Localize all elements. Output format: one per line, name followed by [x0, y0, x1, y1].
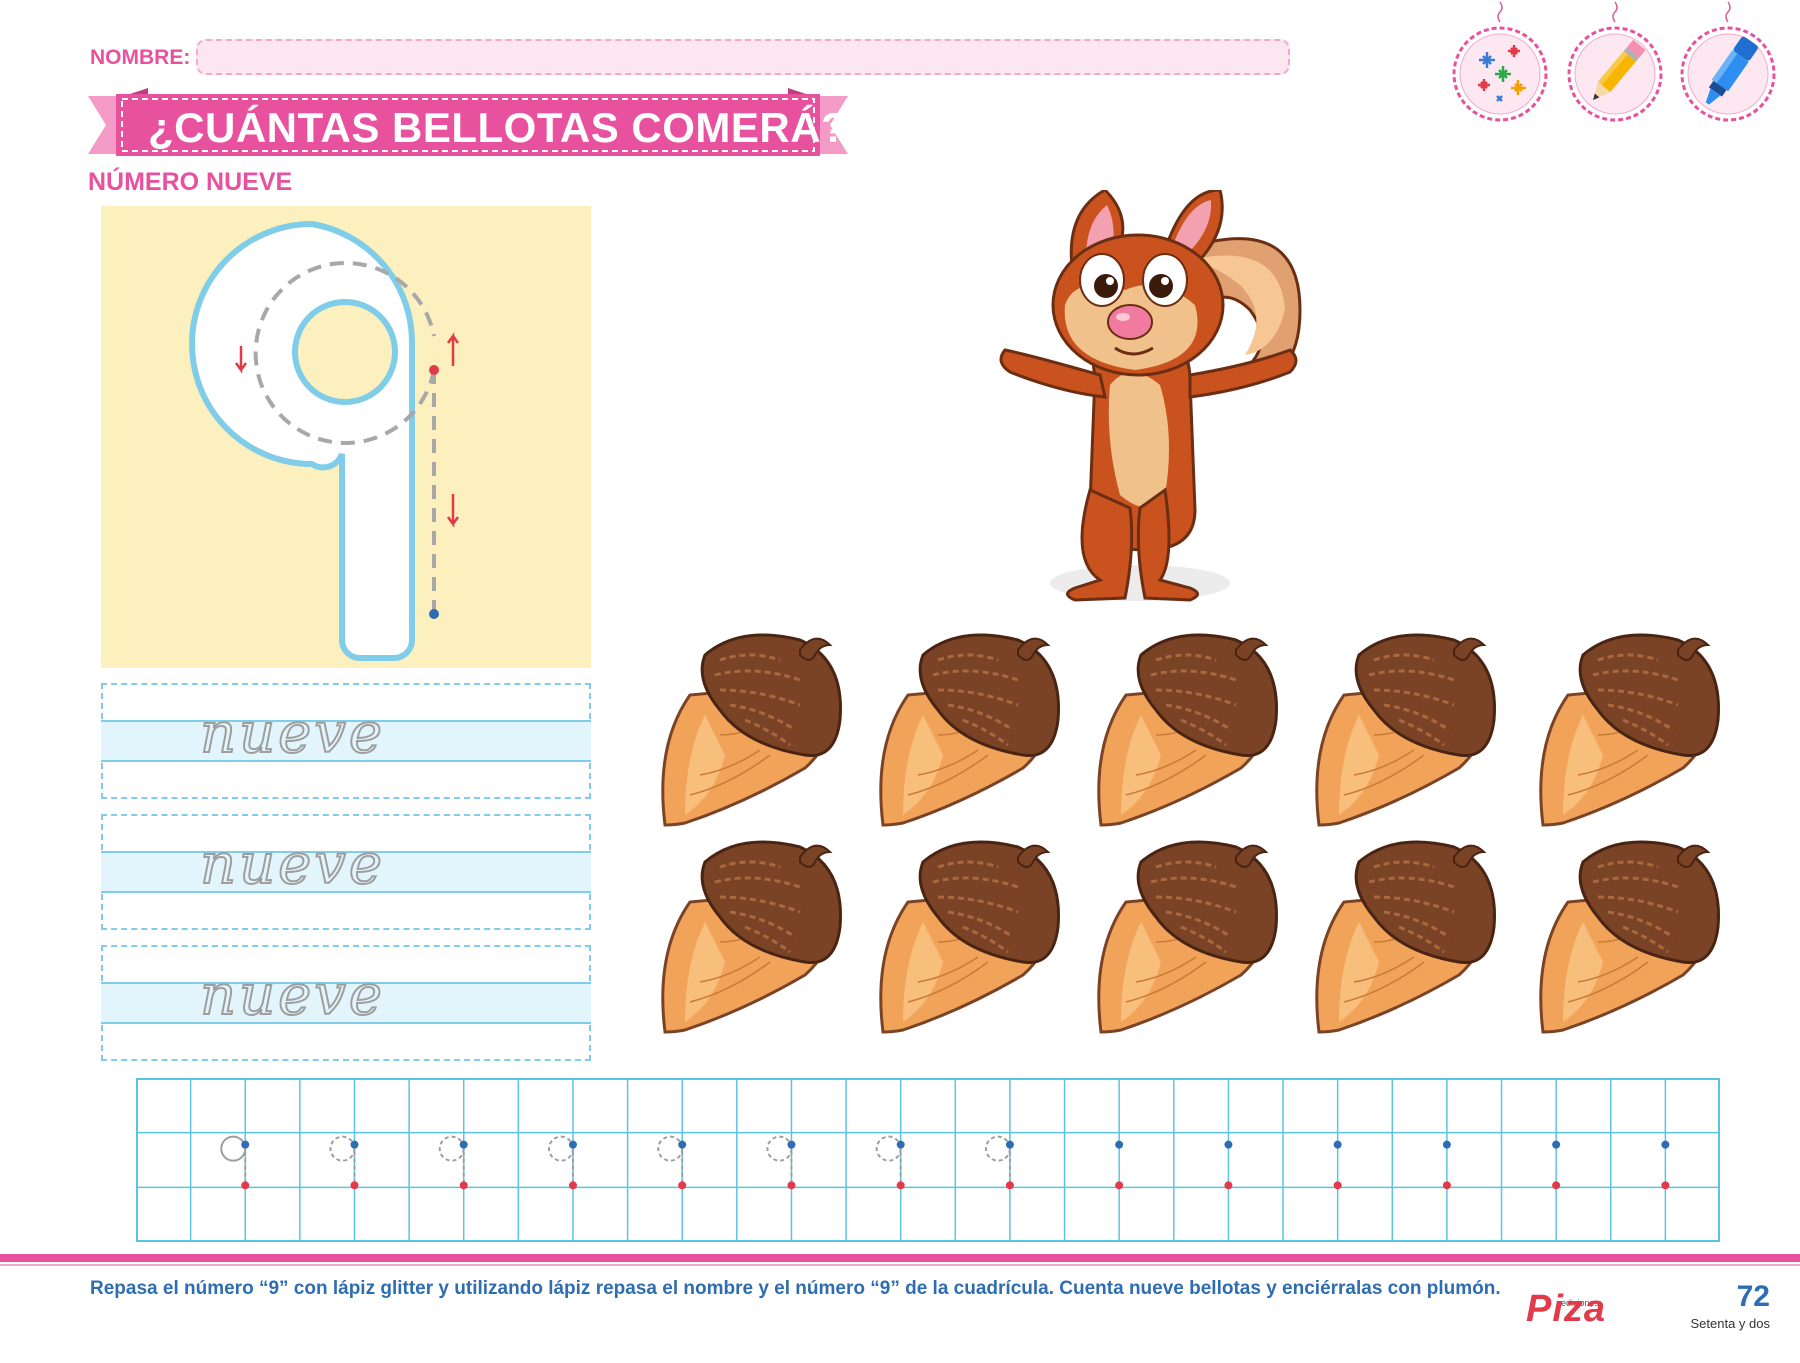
- start-dot: [1552, 1140, 1561, 1149]
- page-title: ¿CUÁNTAS BELLOTAS COMERÁ?: [148, 104, 848, 151]
- acorn-8[interactable]: [1086, 832, 1296, 1042]
- acorn-2[interactable]: [868, 625, 1078, 835]
- name-field[interactable]: [196, 39, 1290, 75]
- acorn-5[interactable]: [1528, 625, 1738, 835]
- instructions-text: Repasa el número “9” con lápiz glitter y…: [90, 1278, 1501, 1299]
- squirrel-illustration: [999, 190, 1302, 602]
- marker-icon: [1680, 1, 1776, 122]
- footer-divider-thin: [0, 1264, 1800, 1266]
- start-dot: [241, 1140, 250, 1149]
- glitter-sparkle-icon: [1452, 1, 1548, 122]
- traceable-word-2: nueve: [199, 832, 386, 897]
- pencil-icon: [1567, 1, 1663, 122]
- end-dot: [678, 1181, 687, 1190]
- start-dot: [678, 1140, 687, 1149]
- number-practice-grid[interactable]: [136, 1078, 1720, 1242]
- start-dot: [459, 1140, 468, 1149]
- end-dot: [1224, 1181, 1233, 1190]
- start-dot: [787, 1140, 796, 1149]
- end-dot: [1115, 1181, 1124, 1190]
- end-dot: [1552, 1181, 1561, 1190]
- page-subtitle: NÚMERO NUEVE: [88, 168, 293, 196]
- end-dot: [1661, 1181, 1670, 1190]
- start-dot: [568, 1140, 577, 1149]
- acorn-3[interactable]: [1086, 625, 1296, 835]
- start-dot: [896, 1140, 905, 1149]
- end-dot: [1005, 1181, 1014, 1190]
- publisher-logo: Piza: [1526, 1288, 1607, 1330]
- end-dot: [896, 1181, 905, 1190]
- acorn-4[interactable]: [1304, 625, 1514, 835]
- end-dot: [568, 1181, 577, 1190]
- start-dot: [1661, 1140, 1670, 1149]
- digit-nine-tracing[interactable]: [101, 206, 591, 668]
- start-dot: [350, 1140, 359, 1149]
- start-dot: [1005, 1140, 1014, 1149]
- start-dot: [1442, 1140, 1451, 1149]
- start-dot: [1115, 1140, 1124, 1149]
- acorn-6[interactable]: [650, 832, 860, 1042]
- end-dot: [1333, 1181, 1342, 1190]
- acorn-10[interactable]: [1528, 832, 1738, 1042]
- acorn-9[interactable]: [1304, 832, 1514, 1042]
- name-label: NOMBRE:: [90, 46, 191, 69]
- end-dot: [1442, 1181, 1451, 1190]
- page-number-words: Setenta y dos: [1690, 1316, 1771, 1331]
- traceable-word-1: nueve: [199, 701, 386, 766]
- start-dot: [1224, 1140, 1233, 1149]
- footer-divider: [0, 1254, 1800, 1262]
- acorn-1[interactable]: [650, 625, 860, 835]
- traceable-word-3: nueve: [199, 963, 386, 1028]
- start-dot: [1333, 1140, 1342, 1149]
- nine-tracing-panel: [101, 206, 591, 668]
- page-number: 72: [1736, 1280, 1770, 1313]
- end-dot: [350, 1181, 359, 1190]
- acorn-7[interactable]: [868, 832, 1078, 1042]
- end-dot: [787, 1181, 796, 1190]
- end-dot: [459, 1181, 468, 1190]
- end-dot: [241, 1181, 250, 1190]
